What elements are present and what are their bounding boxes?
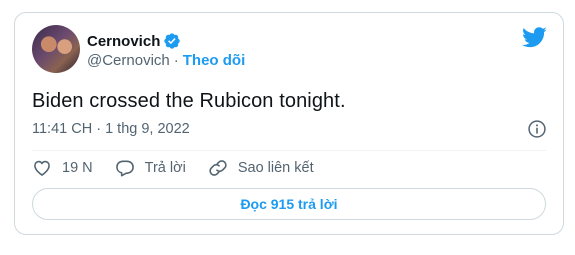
heart-icon bbox=[34, 160, 50, 176]
tweet-meta-row: 11:41 CH · 1 thg 9, 2022 bbox=[32, 119, 547, 139]
tweet-actions: 19 N Trả lời Sao liên kết bbox=[32, 156, 336, 180]
embedded-tweet-card: Cernovich @Cernovich · Theo dõi Biden cr… bbox=[14, 12, 564, 235]
follow-link[interactable]: Theo dõi bbox=[183, 52, 246, 69]
divider bbox=[32, 150, 546, 151]
copy-link-button[interactable]: Sao liên kết bbox=[208, 158, 314, 178]
verified-badge-icon bbox=[164, 33, 181, 49]
link-icon bbox=[209, 160, 227, 176]
like-button[interactable]: 19 N bbox=[32, 158, 93, 178]
author-handle[interactable]: @Cernovich bbox=[87, 52, 170, 69]
read-replies-button[interactable]: Đọc 915 trả lời bbox=[32, 188, 546, 220]
tweet-timestamp[interactable]: 11:41 CH · 1 thg 9, 2022 bbox=[32, 121, 190, 137]
avatar[interactable] bbox=[32, 25, 80, 73]
separator-dot: · bbox=[173, 52, 179, 69]
author-handle-row: @Cernovich · Theo dõi bbox=[87, 52, 245, 69]
tweet-text: Biden crossed the Rubicon tonight. bbox=[32, 90, 346, 112]
author-display-name[interactable]: Cernovich bbox=[87, 33, 160, 50]
reply-button[interactable]: Trả lời bbox=[115, 158, 186, 178]
author-name-row: Cernovich bbox=[87, 31, 181, 51]
reply-label: Trả lời bbox=[144, 160, 186, 176]
copy-link-label: Sao liên kết bbox=[237, 160, 314, 176]
info-icon[interactable] bbox=[527, 119, 547, 139]
speech-bubble-icon bbox=[115, 160, 134, 177]
like-count: 19 N bbox=[62, 160, 93, 176]
twitter-bird-icon[interactable] bbox=[522, 27, 547, 48]
